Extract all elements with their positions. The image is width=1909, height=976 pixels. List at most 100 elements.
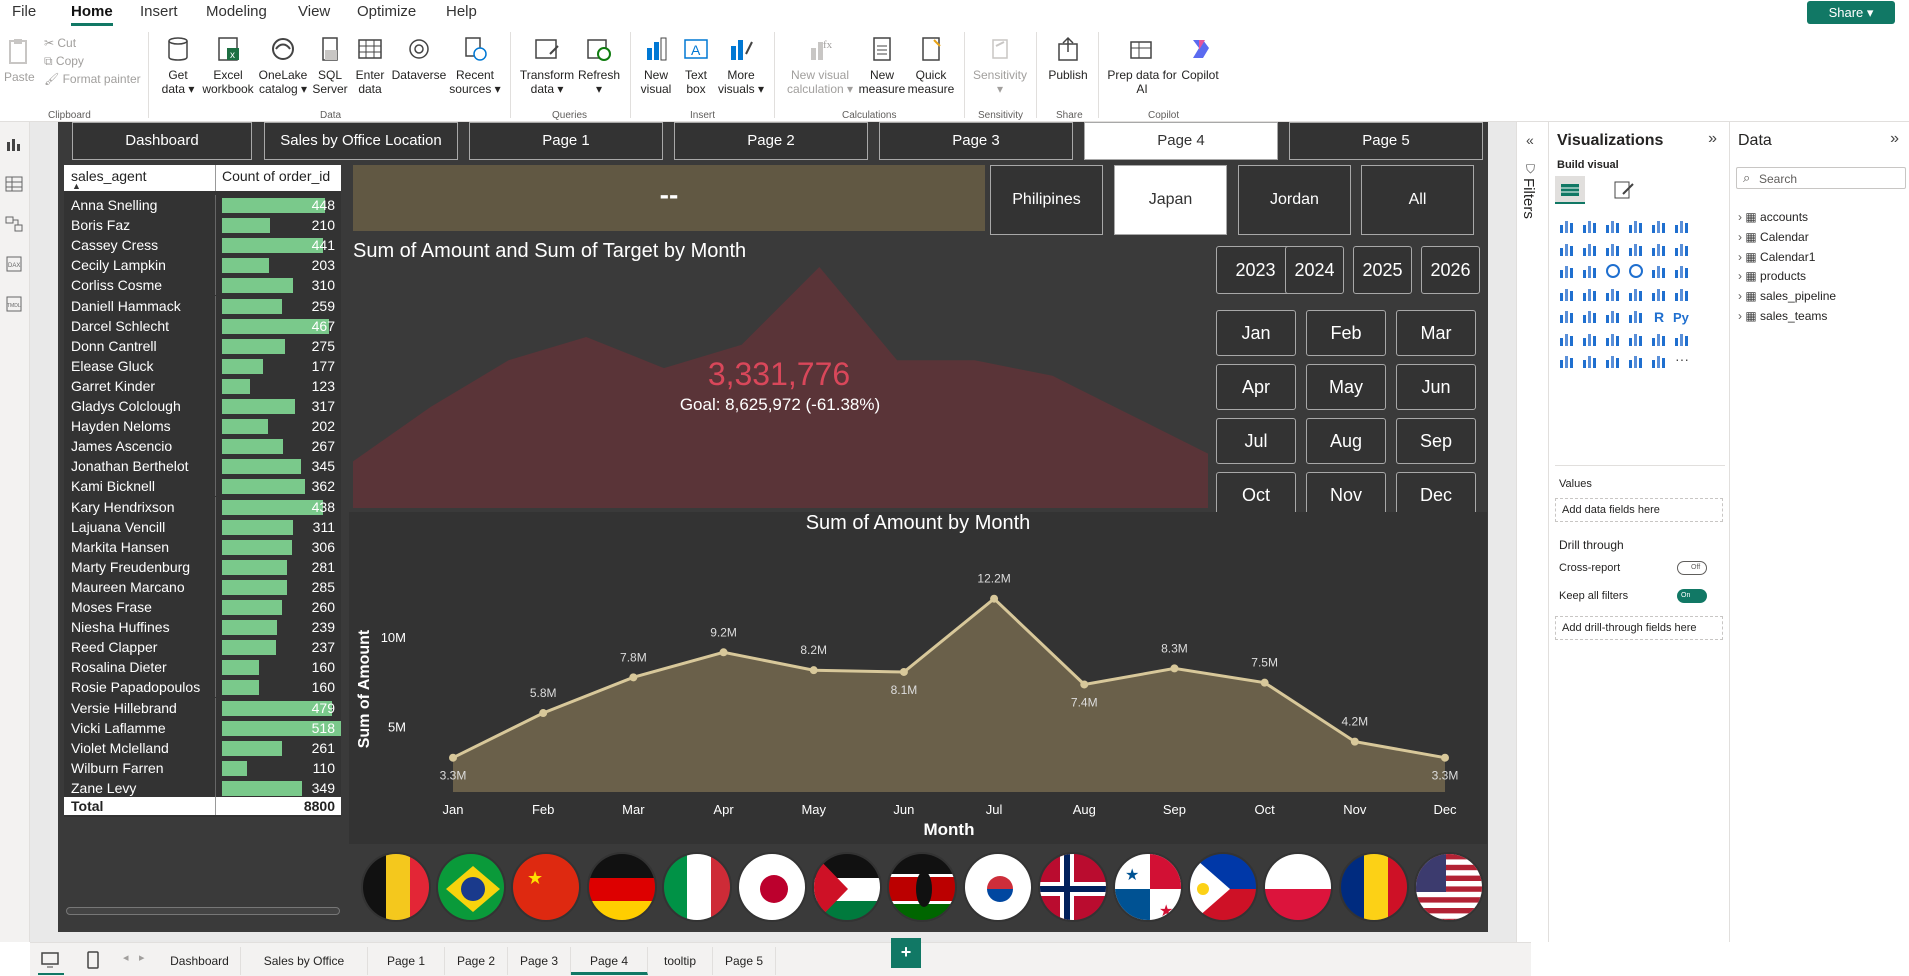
get-data-button[interactable]: Get data ▾ bbox=[155, 34, 201, 96]
filled-map-visual-icon[interactable] bbox=[1580, 285, 1600, 303]
sql-server-button[interactable]: SQL Server bbox=[310, 34, 350, 96]
year-button-2024[interactable]: 2024 bbox=[1285, 246, 1344, 294]
table-row[interactable]: Vicki Laflamme 518 bbox=[64, 717, 341, 738]
sensitivity-button[interactable]: Sensitivity ▾ bbox=[970, 34, 1030, 96]
expand-chevron-icon[interactable]: » bbox=[1708, 130, 1717, 148]
data-table-calendar[interactable]: › ▦ Calendar bbox=[1738, 230, 1809, 244]
100-bar-visual-icon[interactable] bbox=[1649, 217, 1669, 235]
data-point[interactable] bbox=[809, 666, 818, 675]
month-button-jun[interactable]: Jun bbox=[1396, 364, 1476, 410]
table-row[interactable]: Anna Snelling 448 bbox=[64, 195, 341, 215]
donut-visual-icon[interactable] bbox=[1626, 262, 1646, 280]
nav-button-page-2[interactable]: Page 2 bbox=[674, 122, 868, 160]
dax-query-view-icon[interactable]: DAX bbox=[5, 256, 23, 272]
year-button-2026[interactable]: 2026 bbox=[1421, 246, 1480, 294]
filters-pane-collapsed[interactable]: « ⛉ Filters bbox=[1516, 122, 1548, 942]
nav-button-sales-by-office[interactable]: Sales by Office Location bbox=[264, 122, 458, 160]
line-visual-icon[interactable] bbox=[1557, 240, 1577, 258]
data-table-sales_pipeline[interactable]: › ▦ sales_pipeline bbox=[1738, 289, 1836, 303]
table-horizontal-scrollbar[interactable] bbox=[66, 907, 340, 915]
more-visuals-button[interactable]: More visuals ▾ bbox=[716, 34, 766, 96]
table-row[interactable]: Kary Hendrixson 438 bbox=[64, 496, 341, 517]
data-table-calendar1[interactable]: › ▦ Calendar1 bbox=[1738, 250, 1815, 264]
page-tab-page-4[interactable]: Page 4 bbox=[571, 947, 648, 975]
cut-button[interactable]: ✂ Cut bbox=[44, 36, 76, 50]
search-field[interactable]: ⌕ Search bbox=[1736, 167, 1906, 189]
line-column-visual-icon[interactable] bbox=[1672, 240, 1692, 258]
data-point[interactable] bbox=[990, 594, 999, 603]
expand-chevron-icon[interactable]: » bbox=[1890, 130, 1899, 148]
data-table-products[interactable]: › ▦ products bbox=[1738, 269, 1806, 283]
transform-data-button[interactable]: Transform data ▾ bbox=[518, 34, 576, 96]
page-tab-dashboard[interactable]: Dashboard bbox=[159, 947, 241, 975]
copilot-button[interactable]: Copilot bbox=[1176, 34, 1224, 82]
stacked-bar-visual-icon[interactable] bbox=[1557, 217, 1577, 235]
paste-button[interactable]: Paste bbox=[4, 36, 35, 84]
table-row[interactable]: Zane Levy 349 bbox=[64, 777, 341, 798]
year-button-2023[interactable]: 2023 bbox=[1216, 246, 1295, 294]
new-measure-button[interactable]: New measure bbox=[858, 34, 906, 96]
menu-home[interactable]: Home bbox=[71, 3, 113, 26]
nav-button-dashboard[interactable]: Dashboard bbox=[72, 122, 252, 160]
menu-optimize[interactable]: Optimize bbox=[357, 3, 416, 20]
table-row[interactable]: Garret Kinder 123 bbox=[64, 375, 341, 396]
nav-button-page-5[interactable]: Page 5 bbox=[1289, 122, 1483, 160]
data-point[interactable] bbox=[719, 648, 728, 657]
custom-visual-icon[interactable] bbox=[1649, 352, 1669, 370]
data-table-sales_teams[interactable]: › ▦ sales_teams bbox=[1738, 309, 1827, 323]
tab-scroll-right-icon[interactable]: ▸ bbox=[139, 951, 145, 964]
page-tab-tooltip[interactable]: tooltip bbox=[648, 947, 713, 975]
table-visual-icon[interactable] bbox=[1603, 307, 1623, 325]
expand-chevron-icon[interactable]: › bbox=[1738, 289, 1742, 303]
area-visual-icon[interactable] bbox=[1580, 240, 1600, 258]
data-point[interactable] bbox=[899, 667, 908, 676]
funnel-visual-icon[interactable] bbox=[1649, 262, 1669, 280]
flag-germany-icon[interactable] bbox=[586, 852, 657, 922]
table-row[interactable]: Cassey Cress 441 bbox=[64, 235, 341, 256]
month-button-feb[interactable]: Feb bbox=[1306, 310, 1386, 356]
month-button-may[interactable]: May bbox=[1306, 364, 1386, 410]
table-row[interactable]: Rosalina Dieter 160 bbox=[64, 657, 341, 678]
table-row[interactable]: Lajuana Vencill 311 bbox=[64, 516, 341, 537]
menu-help[interactable]: Help bbox=[446, 3, 477, 20]
ribbon-visual-icon[interactable] bbox=[1626, 240, 1646, 258]
flag-panama-icon[interactable]: ★ ★ bbox=[1113, 852, 1183, 922]
menu-modeling[interactable]: Modeling bbox=[206, 3, 267, 20]
page-tab-page-1[interactable]: Page 1 bbox=[368, 947, 445, 975]
power-apps-visual-icon[interactable] bbox=[1557, 352, 1577, 370]
text-box-button[interactable]: A Text box bbox=[676, 34, 716, 96]
table-row[interactable]: Gladys Colclough 317 bbox=[64, 396, 341, 416]
format-visual-tab[interactable] bbox=[1609, 176, 1639, 204]
mobile-layout-icon[interactable] bbox=[86, 950, 100, 970]
data-point[interactable] bbox=[1350, 737, 1359, 746]
nav-button-page-3[interactable]: Page 3 bbox=[879, 122, 1073, 160]
flag-kenya-icon[interactable] bbox=[887, 852, 958, 922]
enter-data-button[interactable]: Enter data bbox=[350, 34, 390, 96]
scatter-visual-icon[interactable] bbox=[1580, 262, 1600, 280]
100-column-visual-icon[interactable] bbox=[1672, 217, 1692, 235]
keep-filters-toggle[interactable]: On bbox=[1677, 589, 1707, 603]
format-painter-button[interactable]: 🖌 Format painter bbox=[44, 72, 141, 86]
column-header-count-order[interactable]: Count of order_id bbox=[222, 168, 330, 184]
matrix-visual-icon[interactable] bbox=[1626, 307, 1646, 325]
tmdl-view-icon[interactable]: TMDL bbox=[5, 296, 23, 312]
data-point[interactable] bbox=[1260, 678, 1269, 687]
shape-map-visual-icon[interactable] bbox=[1626, 285, 1646, 303]
excel-button[interactable]: x Excel workbook bbox=[200, 34, 256, 96]
new-visual-button[interactable]: New visual bbox=[636, 34, 676, 96]
data-point[interactable] bbox=[1170, 664, 1179, 673]
smart-narrative-visual-icon[interactable] bbox=[1626, 330, 1646, 348]
month-button-apr[interactable]: Apr bbox=[1216, 364, 1296, 410]
model-view-icon[interactable] bbox=[5, 216, 23, 232]
more-visual-icon[interactable]: ··· bbox=[1672, 352, 1692, 370]
menu-file[interactable]: File bbox=[12, 3, 36, 20]
clustered-bar-visual-icon[interactable] bbox=[1603, 217, 1623, 235]
table-row[interactable]: Daniell Hammack 259 bbox=[64, 295, 341, 316]
pie-visual-icon[interactable] bbox=[1603, 262, 1623, 280]
page-tab-page-3[interactable]: Page 3 bbox=[508, 947, 571, 975]
onelake-button[interactable]: OneLake catalog ▾ bbox=[256, 34, 310, 96]
flag-south-korea-icon[interactable] bbox=[962, 852, 1033, 922]
quick-measure-button[interactable]: Quick measure bbox=[906, 34, 956, 96]
flag-japan-icon[interactable] bbox=[737, 852, 807, 922]
clustered-column-visual-icon[interactable] bbox=[1626, 217, 1646, 235]
